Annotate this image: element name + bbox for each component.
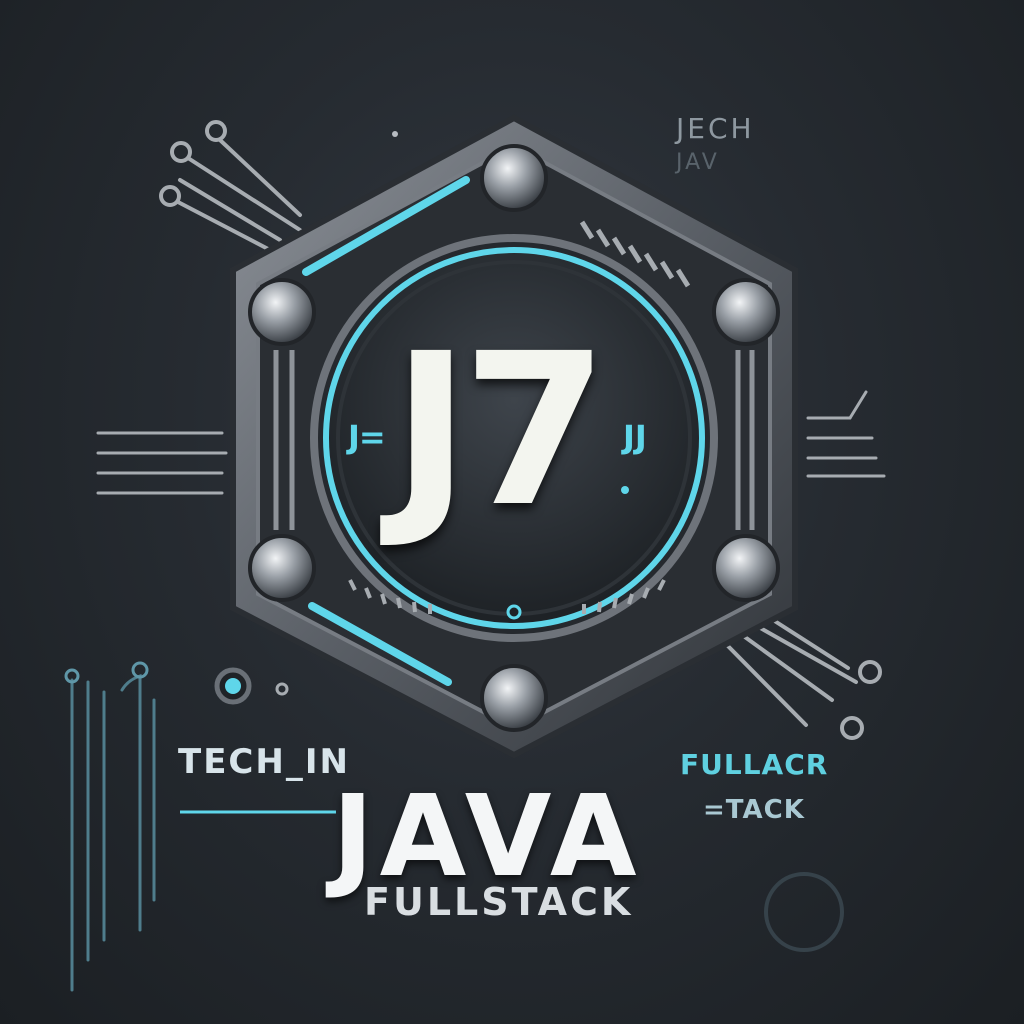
node-dot-small xyxy=(275,682,289,696)
faint-ring xyxy=(764,872,844,952)
top-right-label: JECH xyxy=(676,112,755,145)
emblem-right-glyph: JJ xyxy=(623,418,647,456)
circuit-lines-left xyxy=(96,431,228,495)
circuit-lines-bottom-left xyxy=(64,661,156,992)
stack-side-label: =TACK xyxy=(703,795,805,825)
fullacr-label: FULLACR xyxy=(680,748,829,781)
circuit-lines-top-left xyxy=(159,120,302,252)
top-right-sublabel: JAV xyxy=(676,150,720,175)
tech-in-label: TECH_IN xyxy=(178,742,350,782)
logo-canvas: J7 J= JJ JECH JAV TECH_IN FULLACR =TACK … xyxy=(0,0,1024,1024)
subtitle-fullstack: FULLSTACK xyxy=(364,880,634,924)
emblem-left-glyph: J= xyxy=(348,418,386,456)
emblem-monogram: J7 xyxy=(392,308,608,553)
circuit-lines-right xyxy=(806,390,886,478)
